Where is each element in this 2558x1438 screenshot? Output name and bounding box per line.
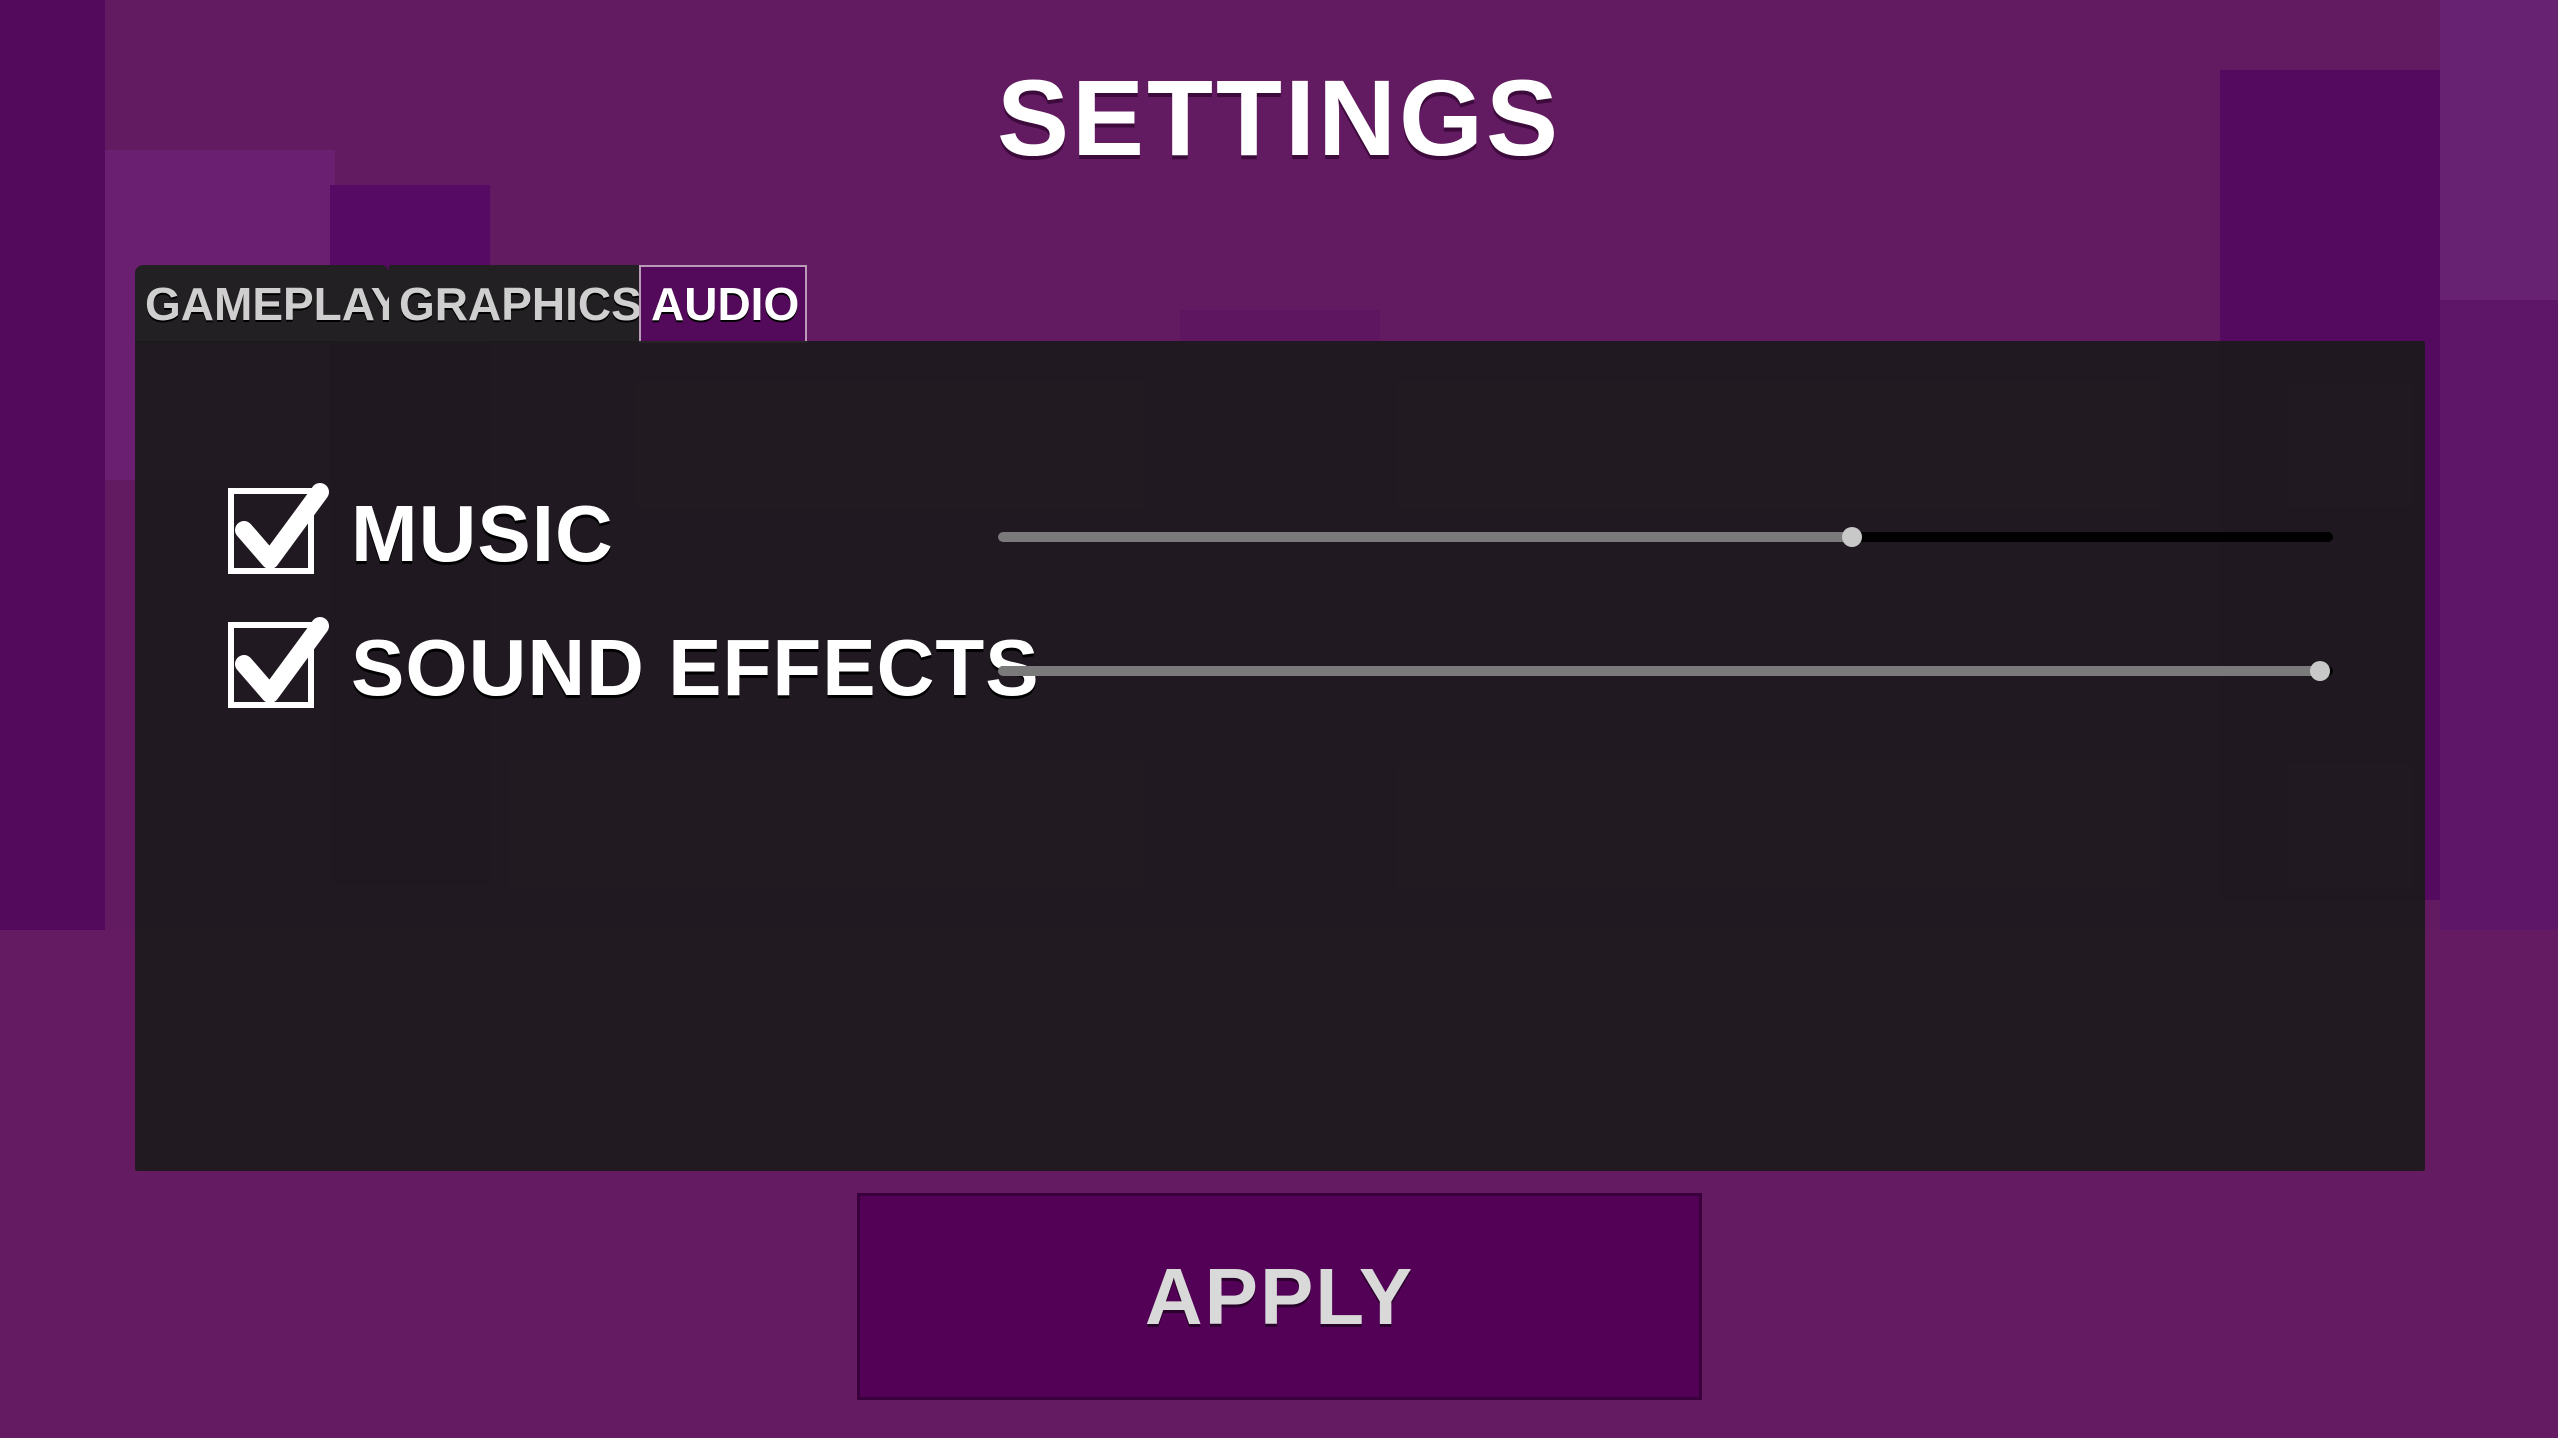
music-setting-row: MUSIC bbox=[228, 480, 2338, 578]
slider-handle[interactable] bbox=[1842, 527, 1863, 547]
tab-gameplay[interactable]: GAMEPLAY bbox=[135, 265, 401, 343]
slider-handle[interactable] bbox=[2309, 661, 2330, 681]
slider-fill bbox=[998, 532, 1853, 542]
check-icon bbox=[235, 483, 329, 569]
music-label: MUSIC bbox=[351, 489, 614, 578]
music-checkbox[interactable] bbox=[228, 483, 329, 574]
sound-effects-label: SOUND EFFECTS bbox=[351, 623, 1040, 712]
sound-effects-volume-slider[interactable] bbox=[998, 661, 2333, 681]
check-icon bbox=[235, 617, 329, 703]
slider-fill bbox=[998, 666, 2320, 676]
sound-effects-checkbox[interactable] bbox=[228, 617, 329, 708]
apply-button[interactable]: APPLY bbox=[857, 1193, 1702, 1400]
tab-audio[interactable]: AUDIO bbox=[639, 265, 807, 343]
settings-panel bbox=[135, 341, 2425, 1171]
page-title: SETTINGS bbox=[996, 57, 1562, 178]
tab-graphics[interactable]: GRAPHICS bbox=[389, 265, 642, 343]
sound-effects-setting-row: SOUND EFFECTS bbox=[228, 614, 2338, 712]
music-volume-slider[interactable] bbox=[998, 527, 2333, 547]
settings-tabs: GAMEPLAY GRAPHICS AUDIO bbox=[135, 265, 807, 343]
